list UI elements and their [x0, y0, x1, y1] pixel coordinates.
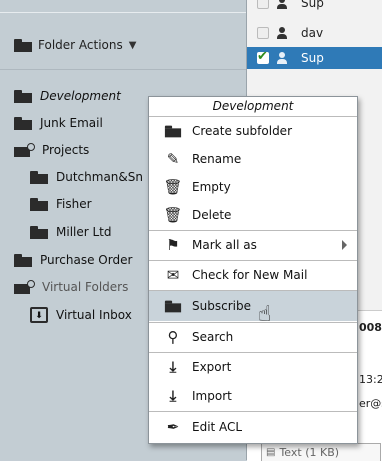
hand-cursor-icon: ☝ — [258, 302, 272, 327]
folder-actions-button[interactable]: Folder Actions ▼ — [14, 38, 136, 52]
row-text: dav — [301, 26, 324, 40]
divider — [0, 12, 246, 13]
row-checkbox-checked[interactable]: ✔ — [257, 49, 269, 64]
virtual-inbox-icon: ⬇ — [30, 307, 48, 323]
edit-icon: ✎ — [166, 150, 180, 168]
row-checkbox[interactable] — [257, 27, 269, 39]
folder-actions-label: Folder Actions — [38, 38, 123, 52]
menu-item-label: Create subfolder — [192, 124, 292, 138]
menu-item-label: Rename — [192, 152, 242, 166]
download-icon: ⤓ — [169, 387, 177, 405]
menu-item-label: Delete — [192, 208, 232, 222]
divider — [0, 69, 246, 70]
folder-icon — [14, 253, 32, 267]
flag-icon: ⚑ — [166, 236, 180, 254]
folder-label: Miller Ltd — [56, 225, 112, 239]
detail-number: 008 — [359, 321, 382, 334]
menu-item-mark-all-as[interactable]: ⚑ Mark all as — [149, 231, 357, 259]
folder-collapse-icon — [14, 143, 35, 157]
user-icon — [277, 52, 287, 64]
folder-item-dutchman[interactable]: Dutchman&Sn — [30, 167, 143, 187]
context-menu-title: Development — [149, 97, 357, 117]
folder-item-purchase-order[interactable]: Purchase Order — [14, 250, 132, 270]
folder-label: Virtual Inbox — [56, 308, 132, 322]
envelope-icon: ✉ — [166, 266, 180, 284]
folder-icon — [14, 38, 32, 52]
menu-item-label: Import — [192, 389, 232, 403]
menu-item-create-subfolder[interactable]: Create subfolder — [149, 117, 357, 145]
checkmark-icon: ✔ — [257, 49, 268, 64]
menu-item-check-new-mail[interactable]: ✉ Check for New Mail — [149, 261, 357, 289]
user-icon — [277, 0, 287, 9]
folder-icon — [30, 170, 48, 184]
document-icon: ▤ — [266, 447, 276, 458]
folder-label: Fisher — [56, 197, 92, 211]
detail-time: 13:2 — [359, 373, 382, 386]
download-icon: ⤓ — [169, 358, 177, 376]
menu-item-label: Subscribe — [192, 299, 251, 313]
folder-label: Junk Email — [40, 116, 103, 130]
folder-item-virtual-folders[interactable]: Virtual Folders — [14, 277, 128, 297]
folder-icon — [164, 297, 182, 315]
message-row-selected[interactable]: ✔ Sup — [247, 47, 382, 69]
menu-item-import[interactable]: ⤓ Import — [149, 382, 357, 410]
folder-label: Dutchman&Sn — [56, 170, 143, 184]
menu-item-label: Export — [192, 360, 232, 374]
menu-separator — [149, 411, 357, 412]
folder-icon — [30, 225, 48, 239]
folder-item-projects[interactable]: Projects — [14, 140, 89, 160]
folder-item-development[interactable]: Development — [14, 86, 121, 106]
menu-item-label: Check for New Mail — [192, 268, 308, 282]
row-checkbox[interactable] — [257, 0, 269, 9]
attachment-label: Text (1 KB) — [279, 446, 340, 459]
folder-item-fisher[interactable]: Fisher — [30, 194, 92, 214]
search-icon: ⚲ — [167, 328, 179, 346]
folder-collapse-icon — [14, 280, 35, 294]
menu-item-empty[interactable]: 🗑 Empty — [149, 173, 357, 201]
user-icon — [277, 27, 287, 39]
menu-item-delete[interactable]: 🗑 Delete — [149, 201, 357, 229]
menu-item-edit-acl[interactable]: ✒ Edit ACL — [149, 413, 357, 441]
folder-icon — [14, 89, 32, 103]
menu-item-export[interactable]: ⤓ Export — [149, 353, 357, 381]
menu-item-label: Edit ACL — [192, 420, 243, 434]
caret-down-icon: ▼ — [128, 39, 137, 51]
folder-item-virtual-inbox[interactable]: ⬇ Virtual Inbox — [30, 305, 132, 325]
menu-item-subscribe[interactable]: Subscribe — [149, 291, 357, 321]
folder-icon — [14, 116, 32, 130]
message-row[interactable]: dav — [247, 22, 382, 44]
menu-item-rename[interactable]: ✎ Rename — [149, 145, 357, 173]
folder-item-miller[interactable]: Miller Ltd — [30, 222, 112, 242]
folder-label: Projects — [42, 143, 90, 157]
pen-icon: ✒ — [166, 418, 180, 436]
row-text: Sup — [301, 0, 324, 10]
menu-item-label: Empty — [192, 180, 231, 194]
message-row[interactable]: Sup — [247, 0, 382, 14]
folder-label: Purchase Order — [40, 253, 133, 267]
menu-item-label: Search — [192, 330, 234, 344]
attachment-chip[interactable]: ▤ Text (1 KB) — [261, 443, 381, 461]
folder-label: Development — [40, 89, 121, 103]
menu-item-label: Mark all as — [192, 238, 257, 252]
submenu-arrow-icon — [342, 240, 347, 250]
detail-email: er@s — [359, 397, 382, 410]
trash-icon: 🗑 — [163, 178, 183, 196]
folder-context-menu: Development Create subfolder ✎ Rename 🗑 … — [148, 96, 358, 444]
menu-item-search[interactable]: ⚲ Search — [149, 323, 357, 351]
trash-icon: 🗑 — [163, 206, 183, 224]
row-text: Sup — [301, 51, 324, 65]
folder-icon — [30, 197, 48, 211]
folder-label: Virtual Folders — [42, 280, 129, 294]
new-folder-icon — [164, 122, 182, 140]
folder-item-junk-email[interactable]: Junk Email — [14, 113, 103, 133]
